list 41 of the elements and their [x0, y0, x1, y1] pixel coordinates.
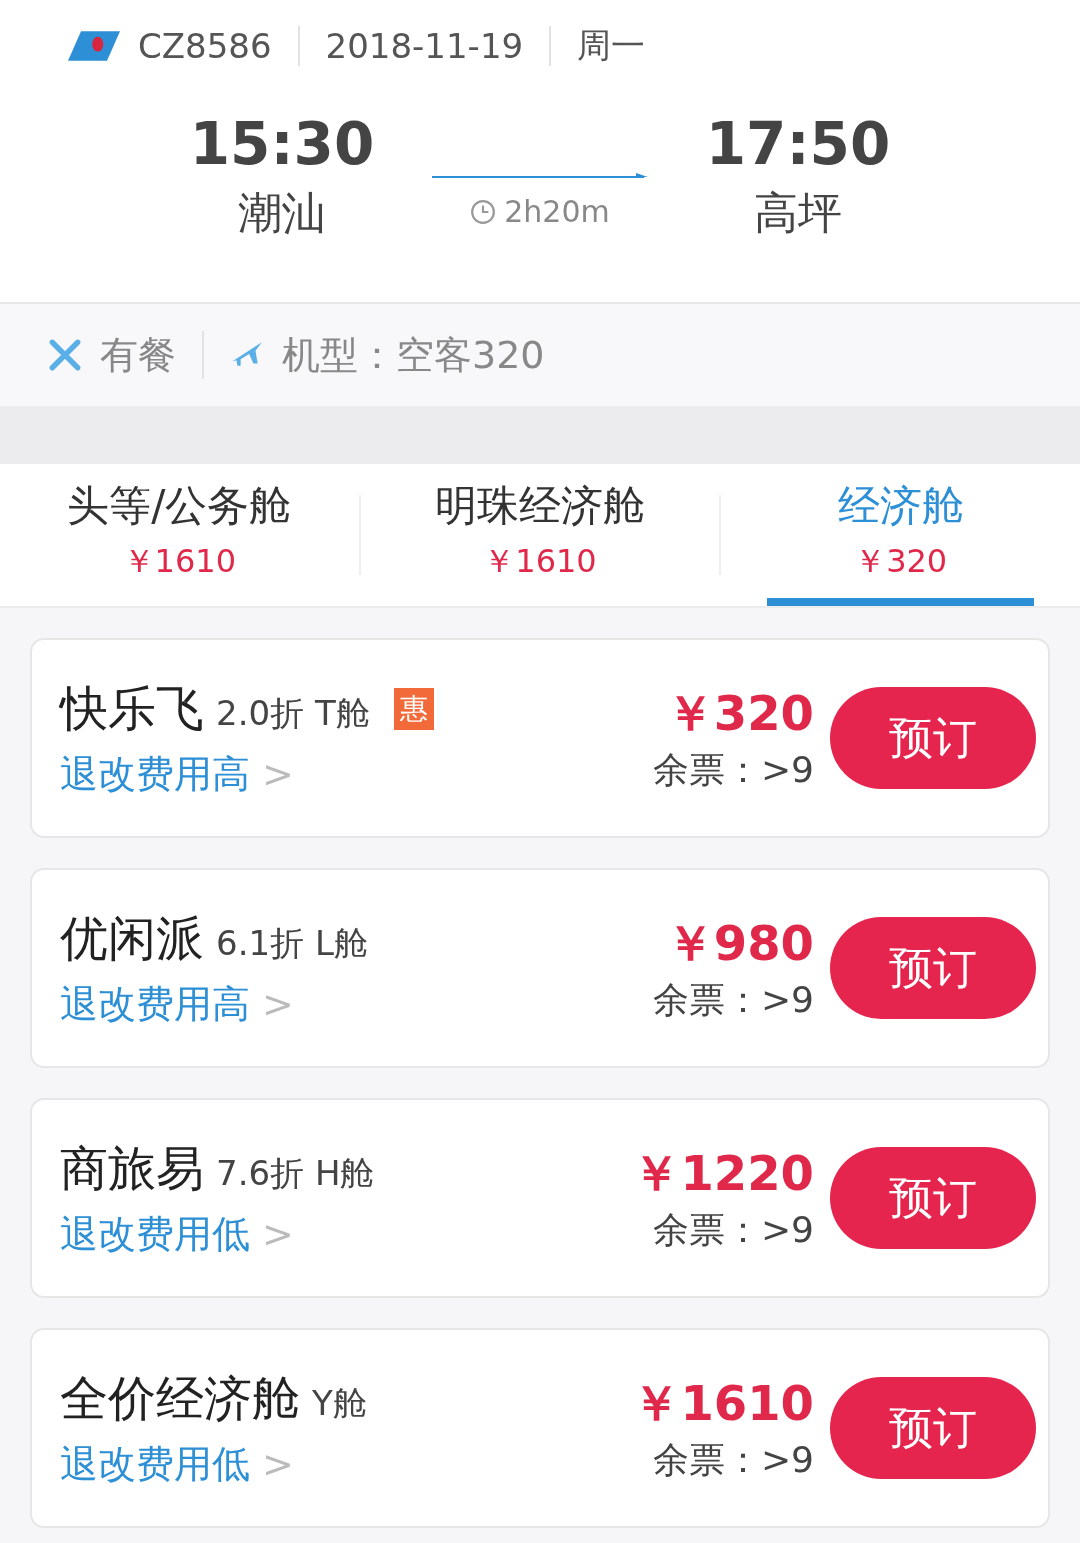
fare-name: 商旅易: [60, 1138, 204, 1198]
book-button[interactable]: 预订: [830, 917, 1036, 1019]
fare-detail: 6.1折 L舱: [216, 921, 368, 965]
book-button[interactable]: 预订: [830, 1147, 1036, 1249]
refund-link[interactable]: 退改费用低 >: [60, 1438, 633, 1490]
arrow-icon: [432, 172, 648, 180]
fare-detail: 7.6折 H舱: [216, 1151, 375, 1195]
departure-city: 潮汕: [238, 186, 326, 240]
cabin-tab[interactable]: 经济舱 ￥320: [767, 464, 1034, 606]
fare-price: ￥320: [665, 683, 814, 743]
book-button[interactable]: 预订: [830, 687, 1036, 789]
aircraft-info: 机型：空客320: [282, 331, 545, 379]
fare-price: ￥980: [665, 913, 814, 973]
fare-name: 全价经济舱: [60, 1368, 300, 1428]
fare-price: ￥1610: [632, 1373, 814, 1433]
fare-name: 优闲派: [60, 908, 204, 968]
refund-link[interactable]: 退改费用高 >: [60, 748, 653, 800]
flight-number: CZ8586: [138, 26, 272, 66]
fare-name: 快乐飞: [60, 678, 204, 738]
logo-icon: [68, 31, 120, 61]
flight-duration: 2h20m: [504, 194, 610, 229]
weekday: 周一: [577, 24, 646, 67]
refund-link[interactable]: 退改费用低 >: [60, 1208, 633, 1260]
fare-detail: Y舱: [312, 1381, 367, 1425]
remaining-tickets: 余票：>9: [652, 1207, 814, 1252]
book-button[interactable]: 预订: [830, 1377, 1036, 1479]
remaining-tickets: 余票：>9: [652, 747, 814, 792]
remaining-tickets: 余票：>9: [652, 1437, 814, 1482]
discount-badge: 惠: [393, 687, 434, 730]
fare-detail: 2.0折 T舱: [216, 691, 370, 735]
arrival-time: 17:50: [705, 110, 891, 178]
remaining-tickets: 余票：>9: [652, 977, 814, 1022]
arrival-city: 高坪: [754, 186, 842, 240]
refund-link[interactable]: 退改费用高 >: [60, 978, 653, 1030]
cabin-tab[interactable]: 明珠经济舱 ￥1610: [406, 464, 674, 606]
departure-time: 15:30: [189, 110, 375, 178]
meal-info: 有餐: [100, 331, 176, 379]
cabin-tab[interactable]: 头等/公务舱 ￥1610: [46, 464, 313, 606]
flight-date: 2018-11-19: [325, 26, 524, 66]
clock-icon: [470, 198, 497, 225]
fare-price: ￥1220: [632, 1143, 814, 1203]
